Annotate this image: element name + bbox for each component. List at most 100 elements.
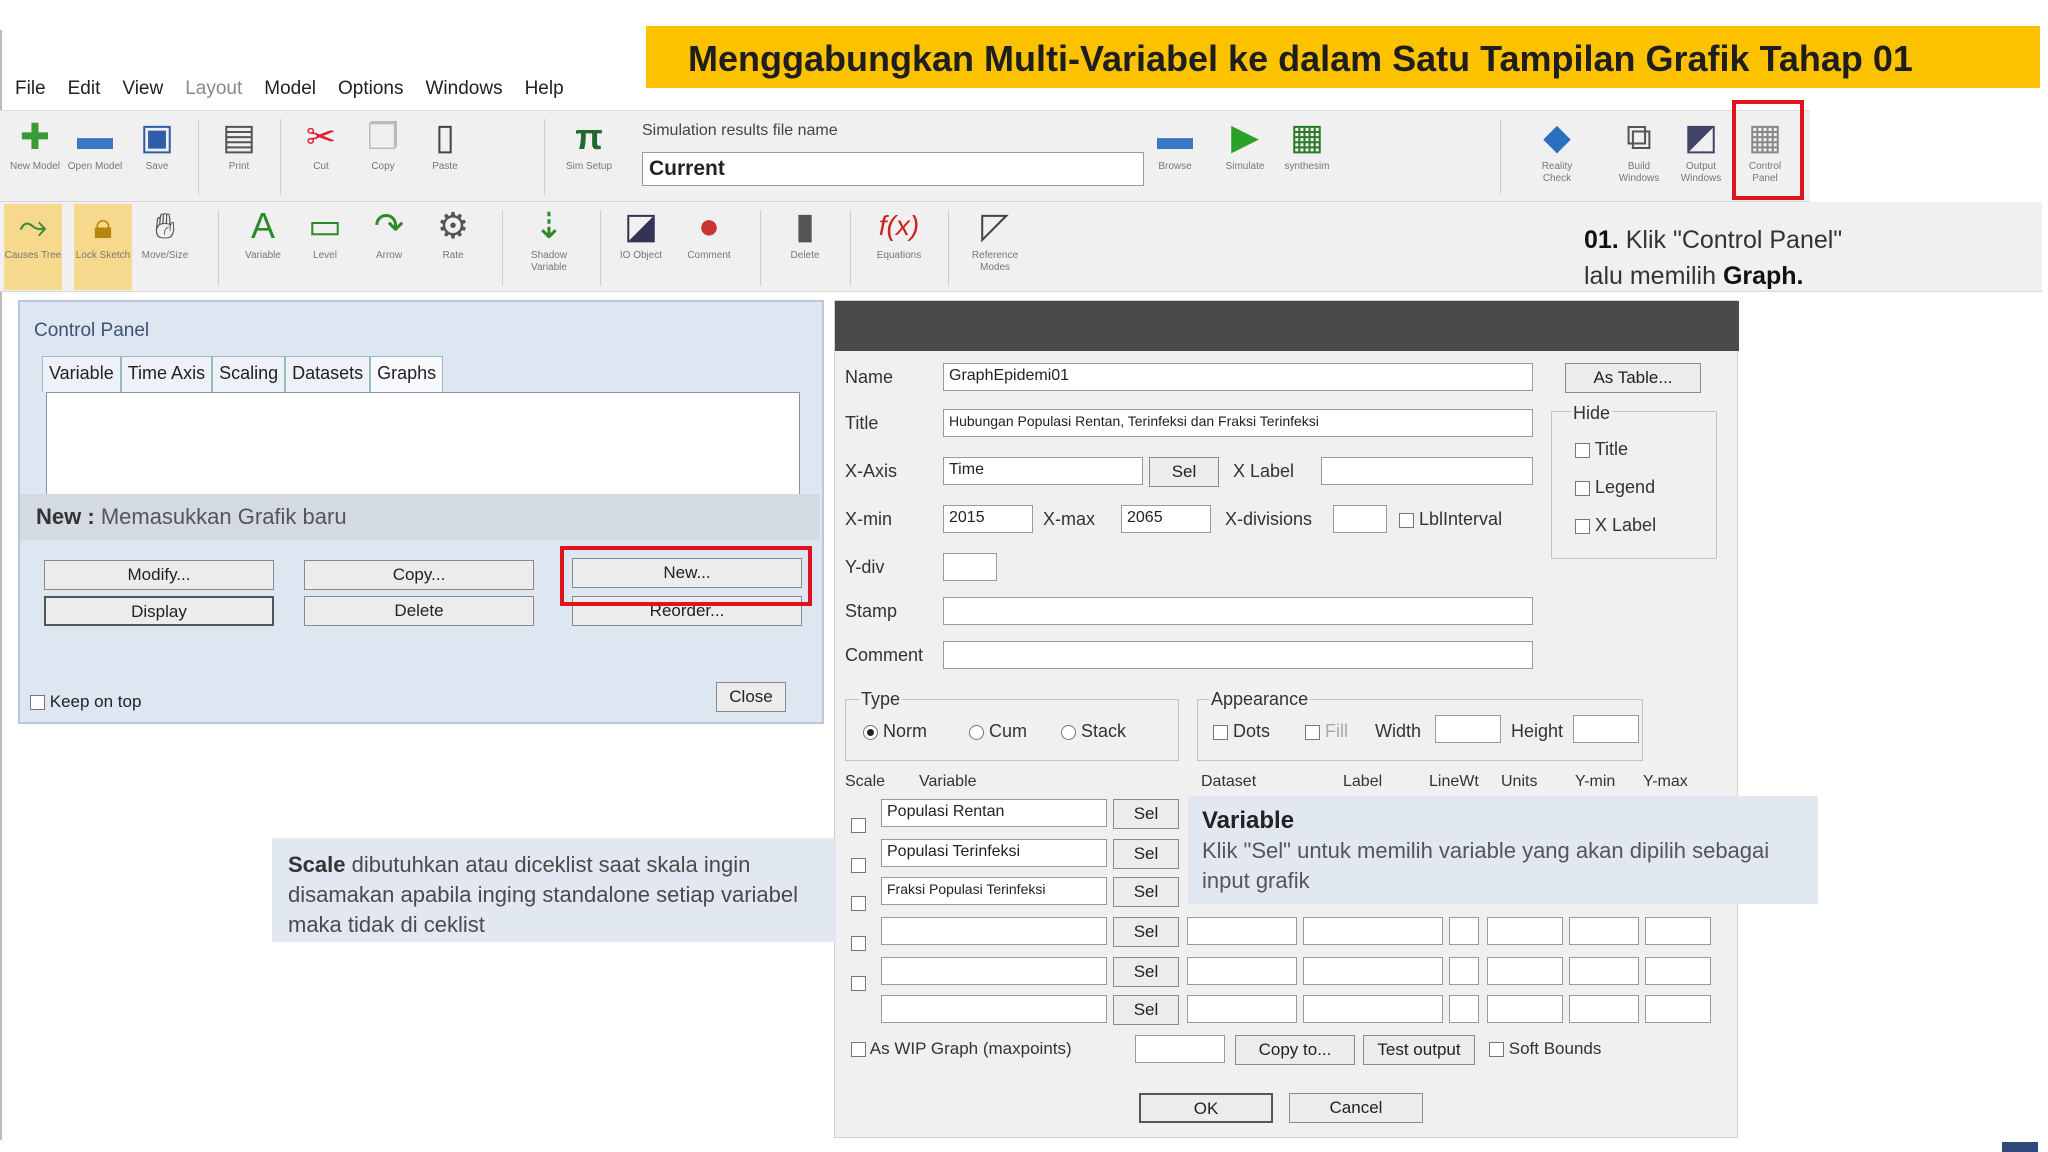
output-windows-button[interactable]: ◩ Output Windows bbox=[1672, 115, 1730, 201]
copy-graph-button[interactable]: Copy... bbox=[304, 560, 534, 590]
comment-input[interactable] bbox=[943, 641, 1533, 669]
variable-input-6[interactable] bbox=[881, 995, 1107, 1023]
sim-file-input[interactable]: Current bbox=[642, 152, 1144, 186]
dataset-input-4[interactable] bbox=[1187, 917, 1297, 945]
variable-input-4[interactable] bbox=[881, 917, 1107, 945]
xaxis-sel-button[interactable]: Sel bbox=[1149, 457, 1219, 487]
ymax-input-4[interactable] bbox=[1645, 917, 1711, 945]
dataset-input-5[interactable] bbox=[1187, 957, 1297, 985]
type-cum-radio[interactable] bbox=[969, 724, 984, 740]
graphs-list[interactable] bbox=[46, 392, 800, 496]
width-input[interactable] bbox=[1435, 715, 1501, 743]
simulate-button[interactable]: ▶ Simulate bbox=[1216, 115, 1274, 201]
test-output-button[interactable]: Test output bbox=[1363, 1035, 1475, 1065]
ok-button[interactable]: OK bbox=[1139, 1093, 1273, 1123]
browse-button[interactable]: ▬ Browse bbox=[1146, 115, 1204, 201]
units-input-5[interactable] bbox=[1487, 957, 1563, 985]
name-input[interactable]: GraphEpidemi01 bbox=[943, 363, 1533, 391]
keep-on-top-checkbox[interactable] bbox=[30, 695, 45, 711]
variable-sel-button-4[interactable]: Sel bbox=[1113, 917, 1179, 947]
dataset-input-6[interactable] bbox=[1187, 995, 1297, 1023]
print-button[interactable]: ▤ Print bbox=[210, 115, 268, 201]
menu-file[interactable]: File bbox=[4, 74, 57, 108]
modify-button[interactable]: Modify... bbox=[44, 560, 274, 590]
variable-input-2[interactable]: Populasi Terinfeksi bbox=[881, 839, 1107, 867]
menu-layout[interactable]: Layout bbox=[174, 74, 253, 108]
rate-tool-button[interactable]: ⚙︎ Rate bbox=[424, 204, 482, 290]
title-input[interactable]: Hubungan Populasi Rentan, Terinfeksi dan… bbox=[943, 409, 1533, 437]
move-size-button[interactable]: ✋︎ Move/Size bbox=[136, 204, 194, 290]
variable-tool-button[interactable]: A Variable bbox=[234, 204, 292, 290]
variable-sel-button-3[interactable]: Sel bbox=[1113, 877, 1179, 907]
xmin-input[interactable]: 2015 bbox=[943, 505, 1033, 533]
label-input-4[interactable] bbox=[1303, 917, 1443, 945]
scale-checkbox-1[interactable] bbox=[851, 817, 866, 835]
tab-variable[interactable]: Variable bbox=[42, 356, 121, 392]
variable-sel-button-2[interactable]: Sel bbox=[1113, 839, 1179, 869]
tab-scaling[interactable]: Scaling bbox=[212, 356, 286, 392]
cut-button[interactable]: ✂ Cut bbox=[292, 115, 350, 201]
variable-input-1[interactable]: Populasi Rentan bbox=[881, 799, 1107, 827]
lock-sketch-button[interactable]: 🔒︎ Lock Sketch bbox=[74, 204, 132, 290]
reference-modes-button[interactable]: ◸ Reference Modes bbox=[966, 204, 1024, 290]
menu-model[interactable]: Model bbox=[253, 74, 327, 108]
type-stack-radio[interactable] bbox=[1061, 724, 1076, 740]
causes-tree-button[interactable]: ⤳ Causes Tree bbox=[4, 204, 62, 290]
linewt-input-5[interactable] bbox=[1449, 957, 1479, 985]
linewt-input-6[interactable] bbox=[1449, 995, 1479, 1023]
maxpoints-input[interactable] bbox=[1135, 1035, 1225, 1063]
type-norm-radio[interactable] bbox=[863, 724, 878, 740]
ydiv-input[interactable] bbox=[943, 553, 997, 581]
hide-title-checkbox[interactable] bbox=[1575, 442, 1590, 458]
variable-input-3[interactable]: Fraksi Populasi Terinfeksi bbox=[881, 877, 1107, 905]
scale-checkbox-4[interactable] bbox=[851, 935, 866, 953]
save-button[interactable]: ▣ Save bbox=[128, 115, 186, 201]
variable-sel-button-6[interactable]: Sel bbox=[1113, 995, 1179, 1025]
label-input-5[interactable] bbox=[1303, 957, 1443, 985]
height-input[interactable] bbox=[1573, 715, 1639, 743]
menu-help[interactable]: Help bbox=[514, 74, 575, 108]
io-object-button[interactable]: ◪ IO Object bbox=[612, 204, 670, 290]
arrow-tool-button[interactable]: ↷ Arrow bbox=[360, 204, 418, 290]
units-input-6[interactable] bbox=[1487, 995, 1563, 1023]
linewt-input-4[interactable] bbox=[1449, 917, 1479, 945]
ymax-input-5[interactable] bbox=[1645, 957, 1711, 985]
reality-check-button[interactable]: ◆ Reality Check bbox=[1528, 115, 1586, 201]
copy-button[interactable]: ❐ Copy bbox=[354, 115, 412, 201]
sim-setup-button[interactable]: π Sim Setup bbox=[560, 115, 618, 201]
wip-checkbox[interactable] bbox=[851, 1042, 866, 1058]
hide-legend-checkbox[interactable] bbox=[1575, 480, 1590, 496]
synthesim-button[interactable]: ▦ synthesim bbox=[1278, 115, 1336, 201]
label-input-6[interactable] bbox=[1303, 995, 1443, 1023]
scale-checkbox-3[interactable] bbox=[851, 895, 866, 913]
dots-checkbox[interactable] bbox=[1213, 724, 1228, 740]
variable-input-5[interactable] bbox=[881, 957, 1107, 985]
tab-graphs[interactable]: Graphs bbox=[370, 356, 444, 392]
new-model-button[interactable]: ✚ New Model bbox=[6, 115, 64, 201]
units-input-4[interactable] bbox=[1487, 917, 1563, 945]
shadow-variable-button[interactable]: ⇣ Shadow Variable bbox=[520, 204, 578, 290]
xmax-input[interactable]: 2065 bbox=[1121, 505, 1211, 533]
comment-button[interactable]: ● Comment bbox=[680, 204, 738, 290]
variable-sel-button-1[interactable]: Sel bbox=[1113, 799, 1179, 829]
menu-options[interactable]: Options bbox=[327, 74, 414, 108]
xlabel-input[interactable] bbox=[1321, 457, 1533, 485]
scale-checkbox-5[interactable] bbox=[851, 975, 866, 993]
hide-xlabel-checkbox[interactable] bbox=[1575, 518, 1590, 534]
paste-button[interactable]: ▯ Paste bbox=[416, 115, 474, 201]
close-button[interactable]: Close bbox=[716, 682, 786, 712]
open-model-button[interactable]: ▬ Open Model bbox=[66, 115, 124, 201]
as-table-button[interactable]: As Table... bbox=[1565, 363, 1701, 393]
delete-graph-button[interactable]: Delete bbox=[304, 596, 534, 626]
xaxis-input[interactable]: Time bbox=[943, 457, 1143, 485]
tab-datasets[interactable]: Datasets bbox=[285, 356, 371, 392]
ymin-input-4[interactable] bbox=[1569, 917, 1639, 945]
lblinterval-checkbox[interactable] bbox=[1399, 512, 1414, 528]
ymin-input-6[interactable] bbox=[1569, 995, 1639, 1023]
soft-bounds-checkbox[interactable] bbox=[1489, 1042, 1504, 1058]
menu-windows[interactable]: Windows bbox=[415, 74, 514, 108]
xdiv-input[interactable] bbox=[1333, 505, 1387, 533]
tab-time-axis[interactable]: Time Axis bbox=[120, 356, 213, 392]
equations-button[interactable]: f(x) Equations bbox=[870, 204, 928, 290]
menu-edit[interactable]: Edit bbox=[57, 74, 112, 108]
